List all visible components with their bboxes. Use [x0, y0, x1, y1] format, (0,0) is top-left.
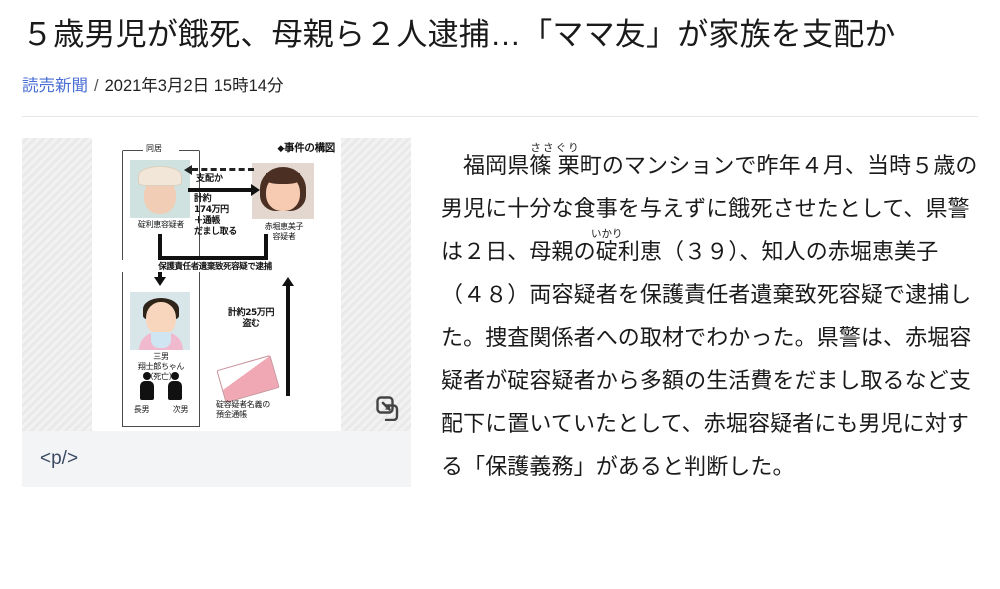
- article-body: 福岡県篠 栗ささぐり町のマンションで昨年４月、当時５歳の男児に十分な食事を与えず…: [411, 138, 978, 488]
- label-second-son: 次男: [172, 405, 189, 414]
- silhouette-eldest-son: [140, 372, 154, 400]
- byline: 読売新聞 / 2021年3月2日 15時14分: [22, 76, 978, 96]
- money-label-174: 計約 174万円 ＋通帳 だまし取る: [194, 194, 237, 237]
- caption-mother: 碇利恵容疑者: [137, 220, 185, 229]
- passbook-icon: [216, 354, 280, 404]
- photo-friend: [252, 163, 314, 219]
- ruby-text-ikari: いかり: [591, 228, 623, 240]
- sons-labels: 長男 次男: [122, 404, 200, 415]
- incident-diagram: ◆事件の構図 同居 碇利恵容疑者 赤堀恵美子 容疑者 支配か 計約 174万円 …: [92, 138, 341, 431]
- diagram-title-text: 事件の構図: [284, 142, 335, 154]
- article-page: ５歳男児が餓死、母親ら２人逮捕…「ママ友」が家族を支配か 読売新聞 / 2021…: [0, 0, 1000, 589]
- mother-hat: [138, 166, 182, 186]
- ruby-base-sasaguri: 篠 栗: [529, 153, 580, 178]
- money-arrow-25: [282, 277, 294, 396]
- article-figure: ◆事件の構図 同居 碇利恵容疑者 赤堀恵美子 容疑者 支配か 計約 174万円 …: [22, 138, 411, 487]
- paragraph-segment-3: 利恵（３９）、知人の赤堀恵美子（４８）両容疑者を保護責任者遺棄致死容疑で逮捕した…: [441, 239, 972, 479]
- money-arrow-174: [188, 184, 260, 196]
- friend-bangs: [266, 173, 300, 184]
- diagram-title: ◆事件の構図: [277, 140, 335, 155]
- ruby-ikari: 碇いかり: [591, 229, 623, 264]
- cohabitation-label: 同居: [144, 143, 164, 154]
- passbook-label: 碇容疑者名義の 預金通帳: [216, 400, 270, 419]
- friend-line: [264, 234, 268, 256]
- article-content: ◆事件の構図 同居 碇利恵容疑者 赤堀恵美子 容疑者 支配か 計約 174万円 …: [22, 138, 978, 488]
- article-paragraph: 福岡県篠 栗ささぐり町のマンションで昨年４月、当時５歳の男児に十分な食事を与えず…: [441, 142, 978, 488]
- header-divider: [22, 116, 978, 117]
- photo-mother: [130, 160, 190, 218]
- article-header: ５歳男児が餓死、母親ら２人逮捕…「ママ友」が家族を支配か 読売新聞 / 2021…: [22, 0, 978, 96]
- silhouette-second-son: [168, 372, 182, 400]
- control-label: 支配か: [196, 174, 224, 184]
- timestamp: 2021年3月2日 15時14分: [104, 77, 284, 95]
- ruby-text-sasaguri: ささぐり: [529, 142, 580, 154]
- ruby-sasaguri: 篠 栗ささぐり: [529, 143, 580, 178]
- source-link[interactable]: 読売新聞: [22, 76, 88, 96]
- child-face: [146, 302, 176, 335]
- byline-separator: /: [94, 77, 99, 95]
- caption-friend: 赤堀恵美子 容疑者: [264, 222, 304, 241]
- child-bib: [151, 332, 171, 348]
- money-label-25: 計約25万円 盗む: [228, 308, 275, 329]
- figure-caption: <p/>: [22, 431, 411, 487]
- page-title: ５歳男児が餓死、母親ら２人逮捕…「ママ友」が家族を支配か: [22, 17, 896, 52]
- diagram-title-bullet: ◆: [277, 144, 284, 154]
- caption-child: 三男 翔士郎ちゃん （死亡）: [137, 352, 185, 381]
- photo-child: [130, 292, 190, 350]
- expand-image-icon[interactable]: [371, 391, 405, 425]
- figure-image[interactable]: ◆事件の構図 同居 碇利恵容疑者 赤堀恵美子 容疑者 支配か 計約 174万円 …: [22, 138, 411, 431]
- arrest-label: 保護責任者遺棄致死容疑で逮捕: [110, 260, 320, 272]
- label-eldest-son: 長男: [133, 405, 150, 414]
- paragraph-segment-1: 福岡県: [463, 153, 530, 178]
